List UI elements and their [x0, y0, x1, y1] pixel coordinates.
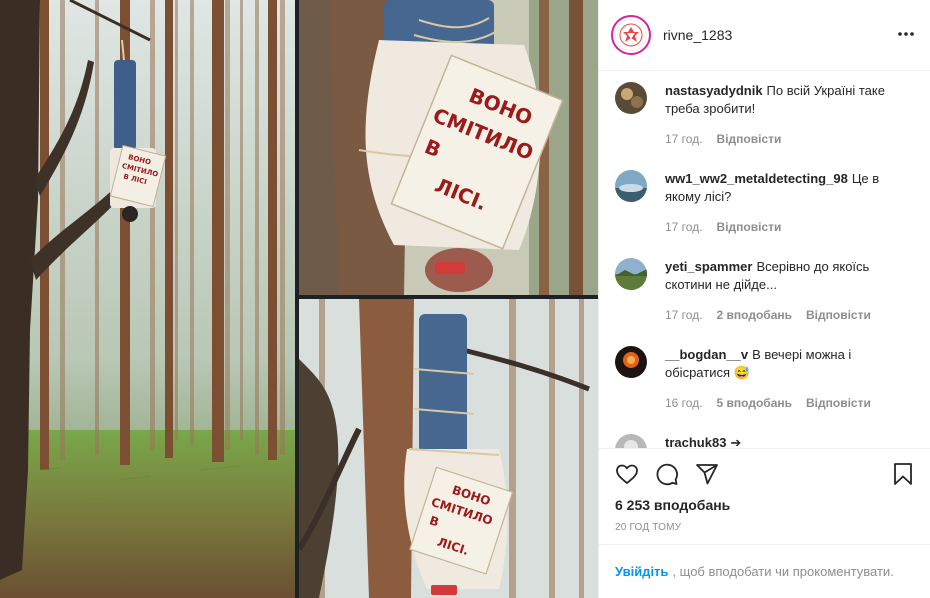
comment-likes[interactable]: 2 вподобань	[717, 308, 792, 322]
comment-username[interactable]: nastasyadydnik	[665, 83, 763, 98]
commenter-avatar[interactable]	[615, 170, 647, 202]
comment-age[interactable]: 17 год.	[665, 220, 703, 234]
more-horizontal-icon[interactable]	[896, 24, 916, 47]
reply-button[interactable]: Відповісти	[717, 220, 782, 234]
commenter-avatar[interactable]	[615, 82, 647, 114]
post-actions: 6 253 вподобань 20 ГОД ТОМУ	[599, 448, 930, 544]
comment-age[interactable]: 17 год.	[665, 308, 703, 322]
commenter-avatar[interactable]	[615, 258, 647, 290]
photo-dummy-full: ВОНО СМІТИЛО В ЛІСІ.	[299, 299, 598, 598]
comment-item: nastasyadydnik По всій Україні таке треба…	[615, 82, 915, 160]
comment-item: yeti_spammer Всерівно до якоїсь скотини н…	[615, 258, 915, 336]
comment-text: ➔	[730, 435, 742, 448]
comment-username[interactable]: __bogdan__v	[665, 347, 748, 362]
post-header: rivne_1283	[599, 0, 930, 71]
owner-username[interactable]: rivne_1283	[663, 27, 896, 43]
bookmark-icon[interactable]	[891, 462, 915, 486]
login-prompt: Увійдіть , щоб вподобати чи прокоментува…	[599, 544, 930, 598]
comment-username[interactable]: trachuk83	[665, 435, 726, 448]
comment-age[interactable]: 17 год.	[665, 132, 703, 146]
comment-username[interactable]: ww1_ww2_metaldetecting_98	[665, 171, 848, 186]
owner-logo-icon	[615, 19, 647, 51]
photo-forest-wide: ВОНОСМІТИЛОВ ЛІСІ	[0, 0, 295, 598]
owner-avatar[interactable]	[611, 15, 651, 55]
photo-sign-closeup: ВОНО СМІТИЛО В ЛІСІ.	[299, 0, 598, 295]
post-sidebar: rivne_1283 nastasyadydnik По всій Україні…	[598, 0, 930, 598]
paper-plane-icon[interactable]	[695, 462, 719, 486]
login-link[interactable]: Увійдіть	[615, 564, 668, 579]
comment-item: __bogdan__v В вечері можна і обісратися 😅…	[615, 346, 915, 424]
reply-button[interactable]: Відповісти	[806, 308, 871, 322]
login-prompt-text: , щоб вподобати чи прокоментувати.	[672, 564, 894, 579]
post-photo-collage: ВОНОСМІТИЛОВ ЛІСІ ВОНО СМІТИЛО В ЛІСІ. В…	[0, 0, 598, 598]
heart-icon[interactable]	[615, 462, 639, 486]
comment-age[interactable]: 16 год.	[665, 396, 703, 410]
likes-count[interactable]: 6 253 вподобань	[615, 497, 915, 513]
reply-button[interactable]: Відповісти	[717, 132, 782, 146]
comment-likes[interactable]: 5 вподобань	[717, 396, 792, 410]
reply-button[interactable]: Відповісти	[806, 396, 871, 410]
comment-item: trachuk83 ➔	[615, 434, 915, 448]
action-buttons	[615, 461, 915, 487]
comment-item: ww1_ww2_metaldetecting_98 Це в якому лісі…	[615, 170, 915, 248]
comment-username[interactable]: yeti_spammer	[665, 259, 752, 274]
post-timestamp[interactable]: 20 ГОД ТОМУ	[615, 522, 915, 533]
comments-list[interactable]: nastasyadydnik По всій Україні таке треба…	[599, 72, 930, 448]
commenter-avatar[interactable]	[615, 434, 647, 448]
comment-icon[interactable]	[655, 462, 679, 486]
commenter-avatar[interactable]	[615, 346, 647, 378]
